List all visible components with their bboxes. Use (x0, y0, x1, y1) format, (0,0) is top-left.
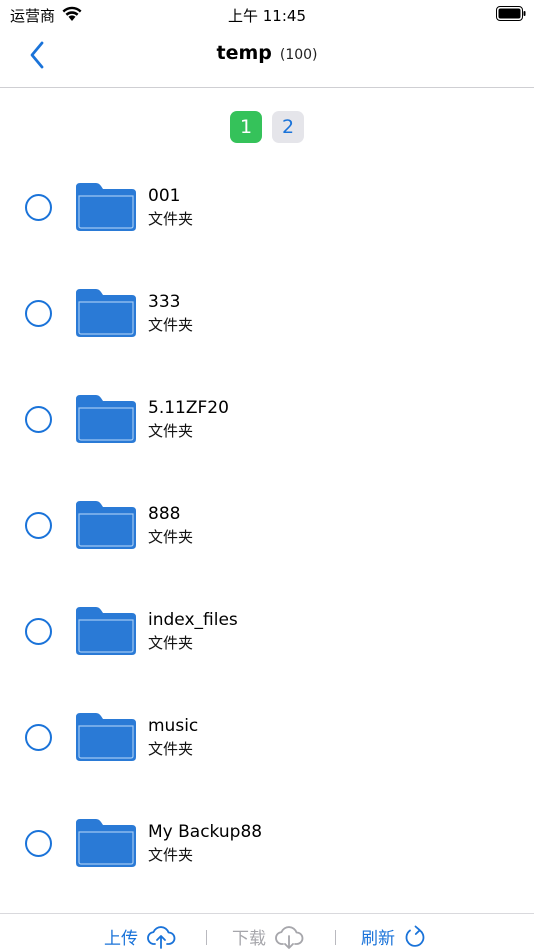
download-button[interactable]: 下载 (232, 924, 304, 949)
status-bar: 运营商 上午 11:45 (0, 0, 534, 30)
item-count: (100) (279, 47, 318, 63)
list-item[interactable]: index_files 文件夹 (0, 579, 534, 685)
select-radio[interactable] (25, 830, 52, 857)
refresh-icon (405, 925, 425, 947)
list-item[interactable]: 001 文件夹 (0, 155, 534, 261)
select-radio[interactable] (25, 194, 52, 221)
list-item[interactable]: 5.11ZF20 文件夹 (0, 367, 534, 473)
list-item[interactable]: music 文件夹 (0, 685, 534, 791)
download-label: 下载 (232, 929, 266, 949)
refresh-label: 刷新 (361, 929, 395, 949)
page-button-2[interactable]: 2 (272, 111, 304, 143)
file-name: music (148, 716, 199, 736)
battery-icon (496, 6, 526, 21)
file-name: 001 (148, 186, 181, 206)
file-name: My Backup88 (148, 822, 263, 842)
select-radio[interactable] (25, 724, 52, 751)
file-list: 001 文件夹 333 文件夹 5.11ZF20 文件夹 888 文件夹 ind… (0, 155, 534, 897)
select-radio[interactable] (25, 512, 52, 539)
file-type: 文件夹 (148, 846, 194, 864)
file-name: 333 (148, 292, 181, 312)
folder-icon (76, 183, 136, 231)
refresh-button[interactable]: 刷新 (361, 924, 427, 949)
cloud-download-icon (275, 925, 304, 949)
select-radio[interactable] (25, 300, 52, 327)
page-title: temp (216, 42, 272, 64)
cloud-upload-icon (147, 925, 176, 949)
folder-icon (76, 819, 136, 867)
nav-title-group: temp (100) (0, 42, 534, 64)
folder-icon (76, 713, 136, 761)
file-type: 文件夹 (148, 634, 194, 652)
file-type: 文件夹 (148, 528, 194, 546)
upload-label: 上传 (104, 929, 138, 949)
file-name: index_files (148, 610, 238, 630)
toolbar-divider (206, 930, 207, 945)
file-name: 5.11ZF20 (148, 398, 229, 418)
folder-icon (76, 607, 136, 655)
folder-icon (76, 395, 136, 443)
folder-icon (76, 501, 136, 549)
select-radio[interactable] (25, 406, 52, 433)
status-time: 上午 11:45 (228, 7, 306, 25)
file-type: 文件夹 (148, 316, 194, 334)
bottom-toolbar: 上传 下载 刷新 (0, 913, 534, 950)
list-item[interactable]: My Backup88 文件夹 (0, 791, 534, 897)
page-button-1[interactable]: 1 (230, 111, 262, 143)
file-type: 文件夹 (148, 210, 194, 228)
pagination: 1 2 (0, 111, 534, 143)
upload-button[interactable]: 上传 (104, 924, 176, 949)
navigation-bar: temp (100) (0, 30, 534, 88)
file-type: 文件夹 (148, 740, 194, 758)
file-type: 文件夹 (148, 422, 194, 440)
file-name: 888 (148, 504, 181, 524)
select-radio[interactable] (25, 618, 52, 645)
list-item[interactable]: 888 文件夹 (0, 473, 534, 579)
list-item[interactable]: 333 文件夹 (0, 261, 534, 367)
folder-icon (76, 289, 136, 337)
toolbar-divider (335, 930, 336, 945)
